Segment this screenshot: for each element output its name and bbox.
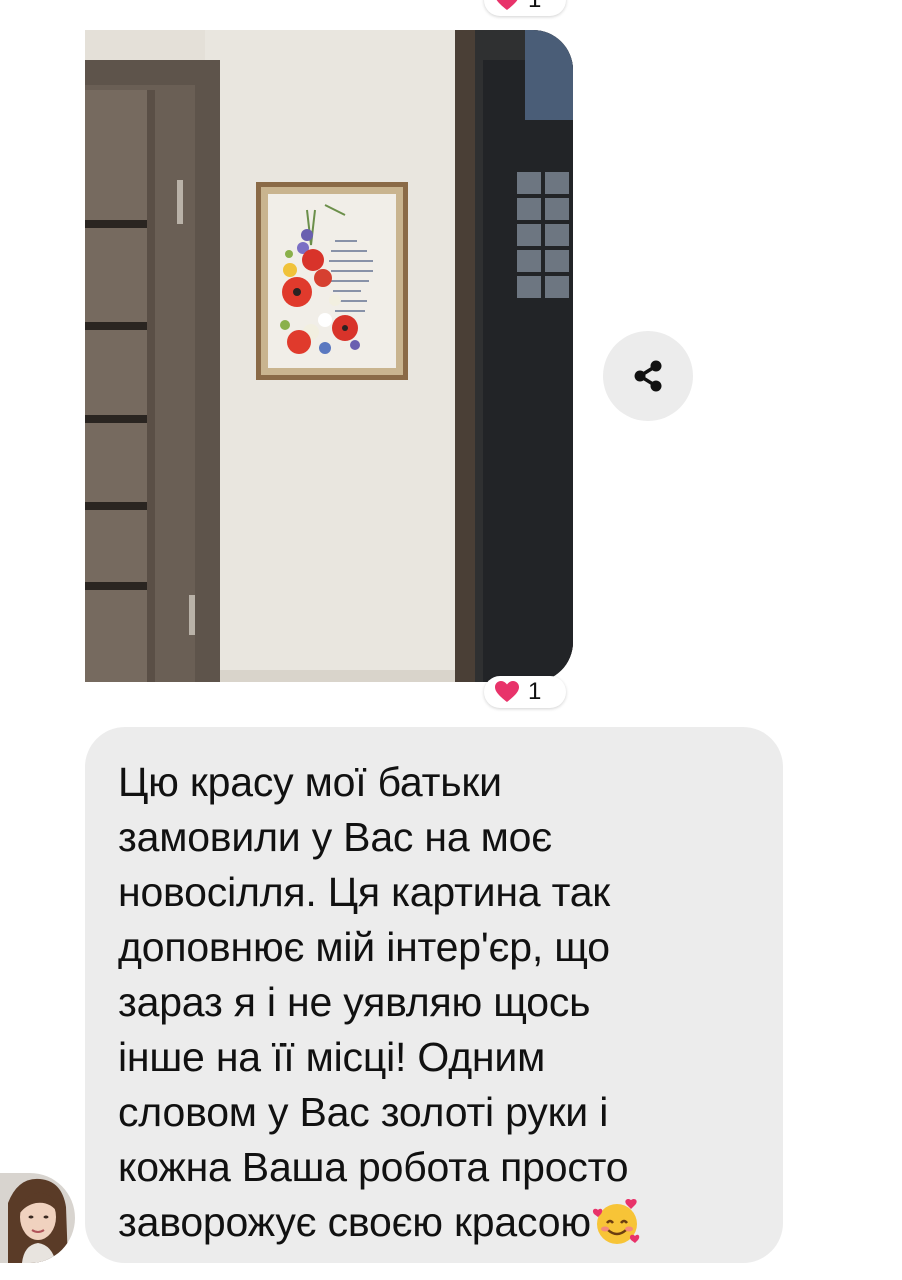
message-line: замовили у Вас на моє [118, 814, 552, 860]
heart-icon [495, 681, 519, 702]
photo-message[interactable] [85, 30, 573, 682]
reaction-badge[interactable]: 1 [484, 676, 566, 708]
message-line: інше на її місці! Одним [118, 1034, 546, 1080]
avatar-photo [0, 1173, 75, 1263]
share-icon [634, 360, 662, 392]
message-bubble[interactable]: Цю красу мої батьки замовили у Вас на мо… [85, 727, 783, 1263]
reaction-count: 1 [528, 678, 542, 705]
message-line: заворожує своєю красою [118, 1199, 591, 1245]
smiling-face-with-hearts-icon [592, 1198, 640, 1244]
message-text: Цю красу мої батьки замовили у Вас на мо… [118, 755, 753, 1250]
reaction-badge-top[interactable]: 1 [484, 0, 566, 16]
reaction-count: 1 [528, 0, 541, 12]
message-line: кожна Ваша робота просто [118, 1144, 629, 1190]
avatar[interactable] [0, 1173, 75, 1263]
share-button[interactable] [603, 331, 693, 421]
message-line: словом у Вас золоті руки і [118, 1089, 609, 1135]
message-line: зараз я і не уявляю щось [118, 979, 591, 1025]
message-line: Цю красу мої батьки [118, 759, 502, 805]
heart-icon [496, 0, 518, 10]
message-line: доповнює мій інтер'єр, що [118, 924, 610, 970]
interior-photo [85, 30, 573, 682]
message-line: новосілля. Ця картина так [118, 869, 611, 915]
